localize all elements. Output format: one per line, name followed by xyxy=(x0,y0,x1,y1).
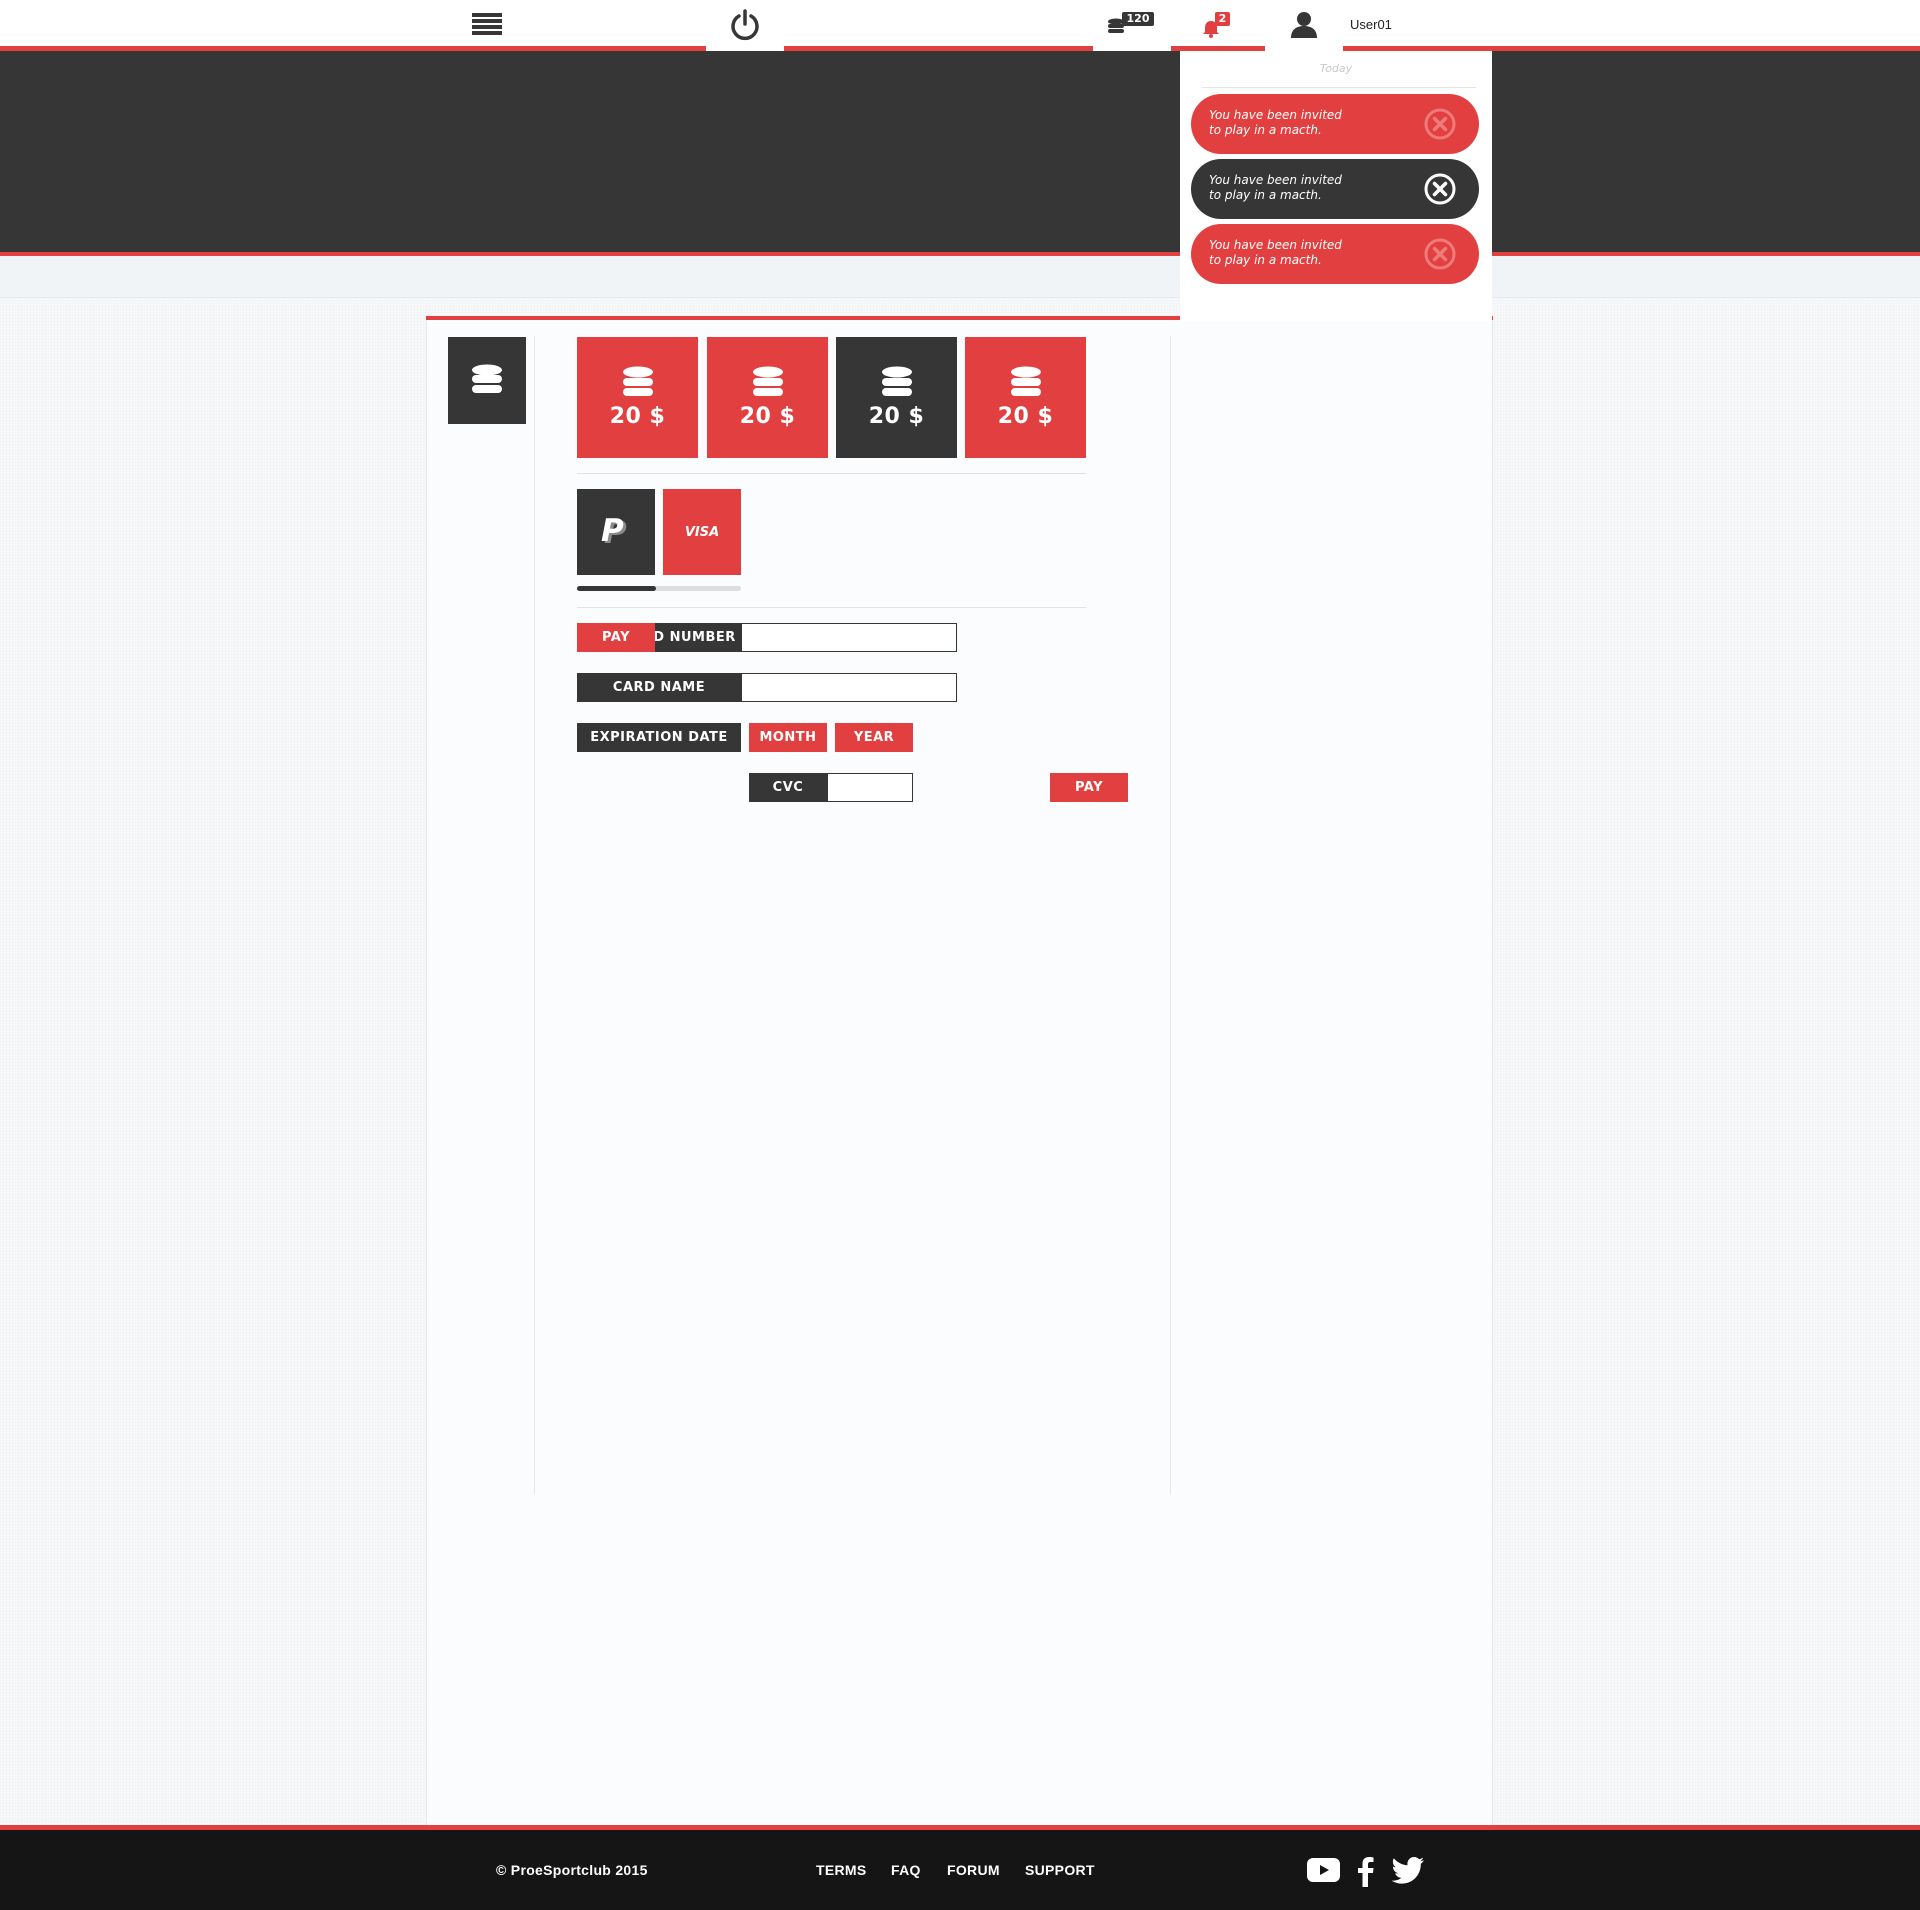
username[interactable]: User01 xyxy=(1350,17,1392,32)
svg-text:P: P xyxy=(601,514,624,549)
facebook-icon[interactable] xyxy=(1355,1855,1375,1887)
payment-method-progress xyxy=(577,586,741,591)
coins-icon xyxy=(752,366,783,396)
youtube-icon[interactable] xyxy=(1307,1858,1340,1882)
menu-icon[interactable] xyxy=(468,10,506,38)
user-icon[interactable] xyxy=(1288,8,1320,40)
notification-text: You have been invited to play in a macth… xyxy=(1209,238,1359,268)
notification-line-2: to play in a macth. xyxy=(1209,253,1322,267)
hero-banner xyxy=(0,51,1920,252)
power-icon[interactable] xyxy=(727,8,763,42)
close-circle-icon[interactable] xyxy=(1423,172,1457,206)
coin-package-2[interactable]: 20 $ xyxy=(707,337,828,458)
coins-badge: 120 xyxy=(1122,12,1154,26)
coin-package-1[interactable]: 20 $ xyxy=(577,337,698,458)
notifications-day-label: Today xyxy=(1319,62,1353,75)
coin-package-3-selected[interactable]: 20 $ xyxy=(836,337,957,458)
coins-indicator[interactable]: 120 xyxy=(1104,10,1158,38)
paypal-method-tile[interactable]: P P xyxy=(577,489,655,575)
left-column-divider xyxy=(534,336,535,1494)
card-number-input[interactable] xyxy=(741,623,957,652)
section-divider xyxy=(577,473,1086,474)
notification-item-hovered[interactable]: You have been invited to play in a macth… xyxy=(1191,159,1479,219)
package-amount: 20 $ xyxy=(997,404,1054,429)
notifications-badge: 2 xyxy=(1215,12,1230,26)
footer-link-forum[interactable]: FORUM xyxy=(947,1862,1000,1878)
package-amount: 20 $ xyxy=(609,404,666,429)
card-name-label: CARD NAME xyxy=(577,673,741,702)
pay-tab[interactable]: PAY xyxy=(577,623,655,652)
cvc-input[interactable] xyxy=(827,773,913,802)
coins-icon xyxy=(622,366,653,396)
notifications-divider xyxy=(1202,87,1476,88)
notification-line-1: You have been invited xyxy=(1209,108,1342,122)
notification-line-1: You have been invited xyxy=(1209,173,1342,187)
package-amount: 20 $ xyxy=(868,404,925,429)
coin-package-4[interactable]: 20 $ xyxy=(965,337,1086,458)
twitter-icon[interactable] xyxy=(1392,1857,1424,1884)
close-circle-icon[interactable] xyxy=(1423,237,1457,271)
month-select[interactable]: MONTH xyxy=(749,723,827,752)
cvc-label: CVC xyxy=(749,773,827,802)
copyright: © ProeSportclub 2015 xyxy=(496,1862,648,1878)
close-circle-icon[interactable] xyxy=(1423,107,1457,141)
pay-button[interactable]: PAY xyxy=(1050,773,1128,802)
notification-line-2: to play in a macth. xyxy=(1209,188,1322,202)
visa-method-tile[interactable]: VISA xyxy=(663,489,741,575)
visa-label: VISA xyxy=(684,524,720,540)
right-column-divider xyxy=(1170,336,1171,1494)
notification-line-2: to play in a macth. xyxy=(1209,123,1322,137)
package-amount: 20 $ xyxy=(739,404,796,429)
sub-header-band xyxy=(0,256,1920,298)
notification-text: You have been invited to play in a macth… xyxy=(1209,173,1359,203)
footer-link-terms[interactable]: TERMS xyxy=(816,1862,867,1878)
card-name-input[interactable] xyxy=(741,673,957,702)
notification-item[interactable]: You have been invited to play in a macth… xyxy=(1191,224,1479,284)
top-bar xyxy=(0,0,1920,46)
coin-packages: 20 $ 20 $ 20 $ 20 $ xyxy=(577,337,1087,458)
notification-text: You have been invited to play in a macth… xyxy=(1209,108,1359,138)
expiration-date-label: EXPIRATION DATE xyxy=(577,723,741,752)
payment-method-progress-fill xyxy=(577,586,656,591)
section-divider xyxy=(577,607,1086,608)
coins-icon xyxy=(881,366,912,396)
notification-line-1: You have been invited xyxy=(1209,238,1342,252)
footer-link-support[interactable]: SUPPORT xyxy=(1025,1862,1095,1878)
notification-item[interactable]: You have been invited to play in a macth… xyxy=(1191,94,1479,154)
footer-link-faq[interactable]: FAQ xyxy=(891,1862,921,1878)
notifications-toggle[interactable]: 2 xyxy=(1196,10,1236,40)
year-select[interactable]: YEAR xyxy=(835,723,913,752)
coins-icon xyxy=(1010,366,1041,396)
coins-icon xyxy=(472,364,502,393)
wallet-section-tile[interactable] xyxy=(448,337,526,424)
paypal-icon: P P xyxy=(601,514,627,550)
